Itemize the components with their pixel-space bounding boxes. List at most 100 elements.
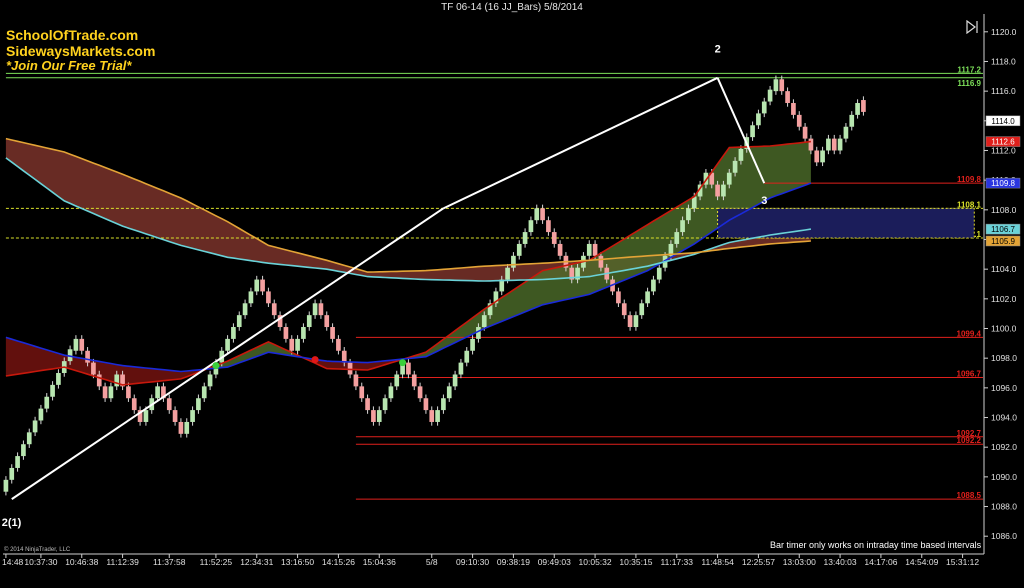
level-label: 1109.8 — [957, 175, 982, 184]
x-tick-label: 10:46:38 — [65, 557, 98, 567]
x-tick-label: 11:37:58 — [153, 557, 186, 567]
up-bar — [108, 386, 114, 399]
down-bar — [557, 243, 563, 256]
price-badge-label: 1109.8 — [991, 179, 1015, 188]
promo-school-of-trade[interactable]: SchoolOfTrade.com — [6, 27, 138, 43]
down-bar — [546, 220, 551, 233]
horizontal-levels: 1117.21116.91109.81108.11106.11099.41096… — [5, 65, 983, 500]
up-bar — [738, 149, 744, 161]
down-bar — [178, 421, 184, 434]
x-tick-label: 12:25:57 — [742, 557, 775, 567]
y-tick-label: 1088.0 — [991, 502, 1017, 512]
y-tick-label: 1094.0 — [991, 413, 1017, 423]
up-bar — [633, 315, 639, 328]
level-label: 1117.2 — [957, 65, 981, 74]
up-bar — [295, 338, 300, 351]
price-bars — [3, 75, 866, 496]
up-bar — [826, 138, 831, 151]
down-bar — [406, 362, 411, 375]
up-bar — [849, 114, 855, 127]
down-bar — [779, 79, 785, 92]
up-bar — [225, 338, 230, 351]
up-bar — [3, 479, 9, 492]
price-badge-label: 1106.7 — [991, 225, 1015, 234]
time-axis: 14:48 10:37:30 10:46:38 11:12:39 11:37:58 11:… — [2, 553, 984, 567]
down-bar — [172, 410, 178, 422]
down-bar — [353, 374, 359, 387]
down-bar — [91, 362, 96, 375]
up-bar — [435, 410, 440, 422]
up-bar — [26, 432, 32, 445]
up-bar — [639, 303, 645, 316]
down-bar — [417, 386, 423, 399]
y-tick-label: 1086.0 — [991, 531, 1017, 541]
up-bar — [464, 350, 470, 363]
down-bar — [283, 327, 289, 339]
up-bar — [528, 220, 534, 233]
supply-demand-zone — [717, 207, 975, 239]
down-bar — [598, 255, 604, 268]
x-tick-label: 09:38:19 — [497, 557, 530, 567]
down-bar — [715, 184, 720, 197]
up-bar — [505, 267, 510, 280]
down-bar — [814, 150, 820, 163]
up-bar — [645, 291, 650, 304]
up-bar — [155, 386, 160, 399]
swing-label: 2(1) — [2, 517, 22, 529]
down-bar — [551, 232, 557, 244]
up-bar — [184, 421, 190, 434]
up-bar — [236, 315, 242, 328]
down-bar — [808, 138, 814, 151]
up-bar — [114, 374, 120, 387]
down-bar — [359, 386, 365, 399]
up-bar — [301, 327, 306, 339]
down-bar — [96, 374, 102, 387]
up-bar — [201, 386, 207, 399]
x-tick-label: 10:37:30 — [24, 557, 57, 567]
down-bar — [166, 398, 172, 411]
down-bar — [371, 410, 376, 422]
down-bar — [791, 103, 796, 115]
up-bar — [394, 374, 400, 387]
swing-label: 2 — [715, 44, 721, 56]
up-bar — [21, 444, 26, 457]
promo-sideways-markets[interactable]: SidewaysMarkets.com — [6, 43, 155, 59]
up-bar — [651, 279, 656, 292]
up-bar — [242, 303, 248, 316]
down-bar — [423, 398, 429, 411]
play-step-icon[interactable] — [966, 20, 978, 34]
y-tick-label: 1102.0 — [991, 294, 1017, 304]
up-bar — [73, 338, 79, 351]
up-bar — [511, 255, 516, 268]
y-tick-label: 1118.0 — [991, 56, 1016, 66]
up-bar — [732, 160, 738, 173]
up-bar — [761, 101, 767, 114]
promo-free-trial[interactable]: *Join Our Free Trial* — [6, 58, 131, 74]
up-bar — [306, 315, 312, 328]
signal-dot-green — [399, 359, 407, 367]
x-tick-label: 14:15:26 — [322, 557, 355, 567]
up-bar — [56, 373, 61, 385]
down-bar — [861, 100, 866, 112]
bar-timer-note: Bar timer only works on intraday time ba… — [770, 540, 982, 550]
x-tick-label: 12:34:31 — [240, 557, 273, 567]
up-bar — [470, 338, 475, 351]
up-bar — [44, 396, 50, 409]
x-tick-label: 10:05:32 — [579, 557, 612, 567]
up-bar — [32, 420, 38, 433]
level-label: 1088.5 — [957, 491, 982, 500]
swing-label: 3 — [761, 195, 767, 207]
x-tick-label: 09:10:30 — [456, 557, 489, 567]
down-bar — [802, 126, 808, 139]
up-bar — [382, 398, 388, 411]
down-bar — [336, 338, 341, 351]
down-bar — [330, 327, 335, 339]
y-tick-label: 1116.0 — [991, 86, 1016, 96]
up-bar — [9, 467, 15, 480]
price-chart[interactable]: 1117.21116.91109.81108.11106.11099.41096… — [0, 0, 1024, 588]
level-label: 1099.4 — [957, 329, 982, 338]
zone-rect — [717, 207, 975, 239]
up-bar — [837, 138, 843, 151]
down-bar — [365, 398, 370, 411]
up-bar — [312, 303, 318, 316]
